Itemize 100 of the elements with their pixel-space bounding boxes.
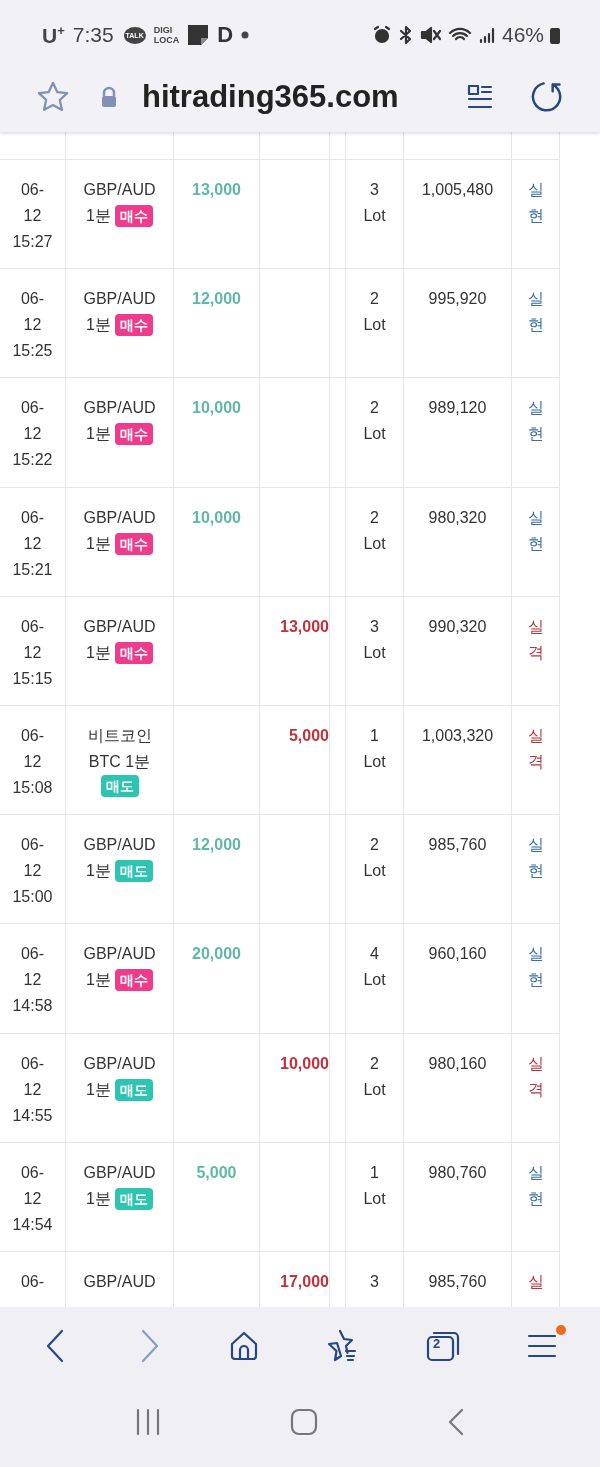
battery-percent: 46% xyxy=(501,23,544,47)
balance-amount: 995,920 xyxy=(428,289,487,310)
lot-size: 2 Lot xyxy=(363,1053,386,1100)
instrument-name: GBP/AUD xyxy=(83,1162,156,1183)
note-icon xyxy=(187,24,210,46)
instrument-name: 1분 xyxy=(86,861,111,882)
trade-side-tag: 매도 xyxy=(114,1078,153,1101)
lot-size: 1 Lot xyxy=(363,1162,386,1209)
lot-size: 3 Lot xyxy=(363,616,386,663)
instrument-name: 1분 xyxy=(86,1188,111,1209)
instrument-name: GBP/AUD xyxy=(83,1271,156,1292)
trade-time: 06- 12 15:27 xyxy=(12,180,53,252)
carrier-label: U$^{+}$ xyxy=(42,22,65,48)
instrument-name: GBP/AUD xyxy=(83,289,156,310)
instrument-name: 1분 xyxy=(86,206,111,226)
more-notifications-icon xyxy=(241,31,249,39)
balance-amount: 980,760 xyxy=(428,1162,487,1183)
trade-time: 06- 12 14:55 xyxy=(12,1053,53,1126)
trade-result: 실현 xyxy=(527,944,544,991)
instrument-name: 1분 xyxy=(86,1079,111,1100)
bookmark-star-icon xyxy=(36,80,70,114)
balance-amount: 985,760 xyxy=(428,835,487,856)
loss-amount: 17,000 xyxy=(280,1271,329,1292)
trade-result: 실현 xyxy=(527,398,544,445)
trade-result: 실현 xyxy=(527,1162,544,1209)
instrument-name: GBP/AUD xyxy=(83,944,156,965)
loss-amount: 13,000 xyxy=(280,616,329,637)
loss-amount: 10,000 xyxy=(280,1053,329,1074)
balance-amount: 980,160 xyxy=(428,1053,487,1074)
balance-amount: 989,120 xyxy=(428,398,487,419)
reader-mode-icon xyxy=(466,83,494,111)
tabs-button[interactable]: 2 xyxy=(420,1325,465,1367)
notification-label: D xyxy=(217,22,233,48)
trade-time: 06- 12 15:21 xyxy=(12,507,53,580)
lot-size: 2 Lot xyxy=(363,507,386,554)
instrument-name: 1분 xyxy=(86,970,111,991)
trade-result: 실격 xyxy=(527,725,544,772)
profit-amount: 12,000 xyxy=(192,289,241,310)
instrument-name: BTC 1분 xyxy=(88,751,151,772)
recent-apps-icon xyxy=(134,1408,162,1436)
battery-icon xyxy=(550,26,560,44)
trade-side-tag: 매수 xyxy=(114,969,153,992)
trade-result: 실 xyxy=(527,1271,544,1292)
trade-side-tag: 매도 xyxy=(114,860,153,883)
instrument-name: GBP/AUD xyxy=(83,835,156,856)
lot-size: 2 Lot xyxy=(363,289,386,336)
trade-side-tag: 매수 xyxy=(114,205,153,227)
trade-time: 06- 12 14:54 xyxy=(12,1162,53,1235)
clock: 7:35 xyxy=(72,23,114,47)
trade-result: 실현 xyxy=(527,289,544,336)
trade-side-tag: 매도 xyxy=(100,774,139,797)
balance-amount: 1,005,480 xyxy=(421,180,494,200)
instrument-name: 1분 xyxy=(86,642,111,663)
loss-amount: 5,000 xyxy=(288,725,329,746)
instrument-name: GBP/AUD xyxy=(83,398,156,419)
trade-side-tag: 매도 xyxy=(114,1187,153,1210)
trade-time: 06- 12 15:00 xyxy=(12,835,53,908)
instrument-name: GBP/AUD xyxy=(83,180,156,200)
alarm-icon xyxy=(371,25,392,45)
trade-result: 실격 xyxy=(527,1053,544,1100)
lot-size: 2 Lot xyxy=(363,398,386,445)
trade-result: 실현 xyxy=(527,507,544,554)
instrument-name: 비트코인 xyxy=(87,725,152,746)
lock-icon xyxy=(100,86,118,108)
lot-size: 3 Lot xyxy=(363,180,386,226)
notification-label: DIGI LOCA xyxy=(153,25,180,45)
instrument-name: GBP/AUD xyxy=(83,1053,156,1074)
instrument-name: 1분 xyxy=(86,315,111,336)
trade-time: 06- 12 15:15 xyxy=(12,616,53,689)
back-icon xyxy=(446,1408,466,1436)
mute-icon xyxy=(419,25,442,45)
signal-icon xyxy=(477,25,496,45)
trade-time: 06- 12 14:58 xyxy=(12,944,53,1017)
lot-size: 4 Lot xyxy=(363,944,386,991)
lot-size: 1 Lot xyxy=(363,725,386,772)
profit-amount: 13,000 xyxy=(192,180,241,200)
trade-side-tag: 매수 xyxy=(114,532,153,555)
balance-amount: 985,760 xyxy=(428,1271,487,1292)
instrument-name: GBP/AUD xyxy=(83,507,156,528)
balance-amount: 960,160 xyxy=(428,944,487,965)
refresh-icon xyxy=(530,80,564,114)
instrument-name: 1분 xyxy=(86,533,111,554)
profit-amount: 10,000 xyxy=(192,507,241,528)
bluetooth-icon xyxy=(397,25,414,45)
trade-side-tag: 매수 xyxy=(114,423,153,446)
home-icon xyxy=(290,1408,318,1436)
lot-size: 2 Lot xyxy=(363,835,386,882)
trade-result: 실현 xyxy=(527,835,544,882)
trade-result: 실현 xyxy=(527,180,544,226)
instrument-name: 1분 xyxy=(86,424,111,445)
balance-amount: 980,320 xyxy=(428,507,487,528)
profit-amount: 10,000 xyxy=(192,398,241,419)
trade-side-tag: 매수 xyxy=(114,314,153,337)
instrument-name: GBP/AUD xyxy=(83,616,156,637)
trade-side-tag: 매수 xyxy=(114,641,153,664)
trade-result: 실격 xyxy=(527,616,544,663)
balance-amount: 1,003,320 xyxy=(421,725,494,746)
trade-time: 06- xyxy=(20,1271,45,1292)
profit-amount: 5,000 xyxy=(196,1162,237,1183)
trade-time: 06- 12 15:25 xyxy=(12,289,53,362)
